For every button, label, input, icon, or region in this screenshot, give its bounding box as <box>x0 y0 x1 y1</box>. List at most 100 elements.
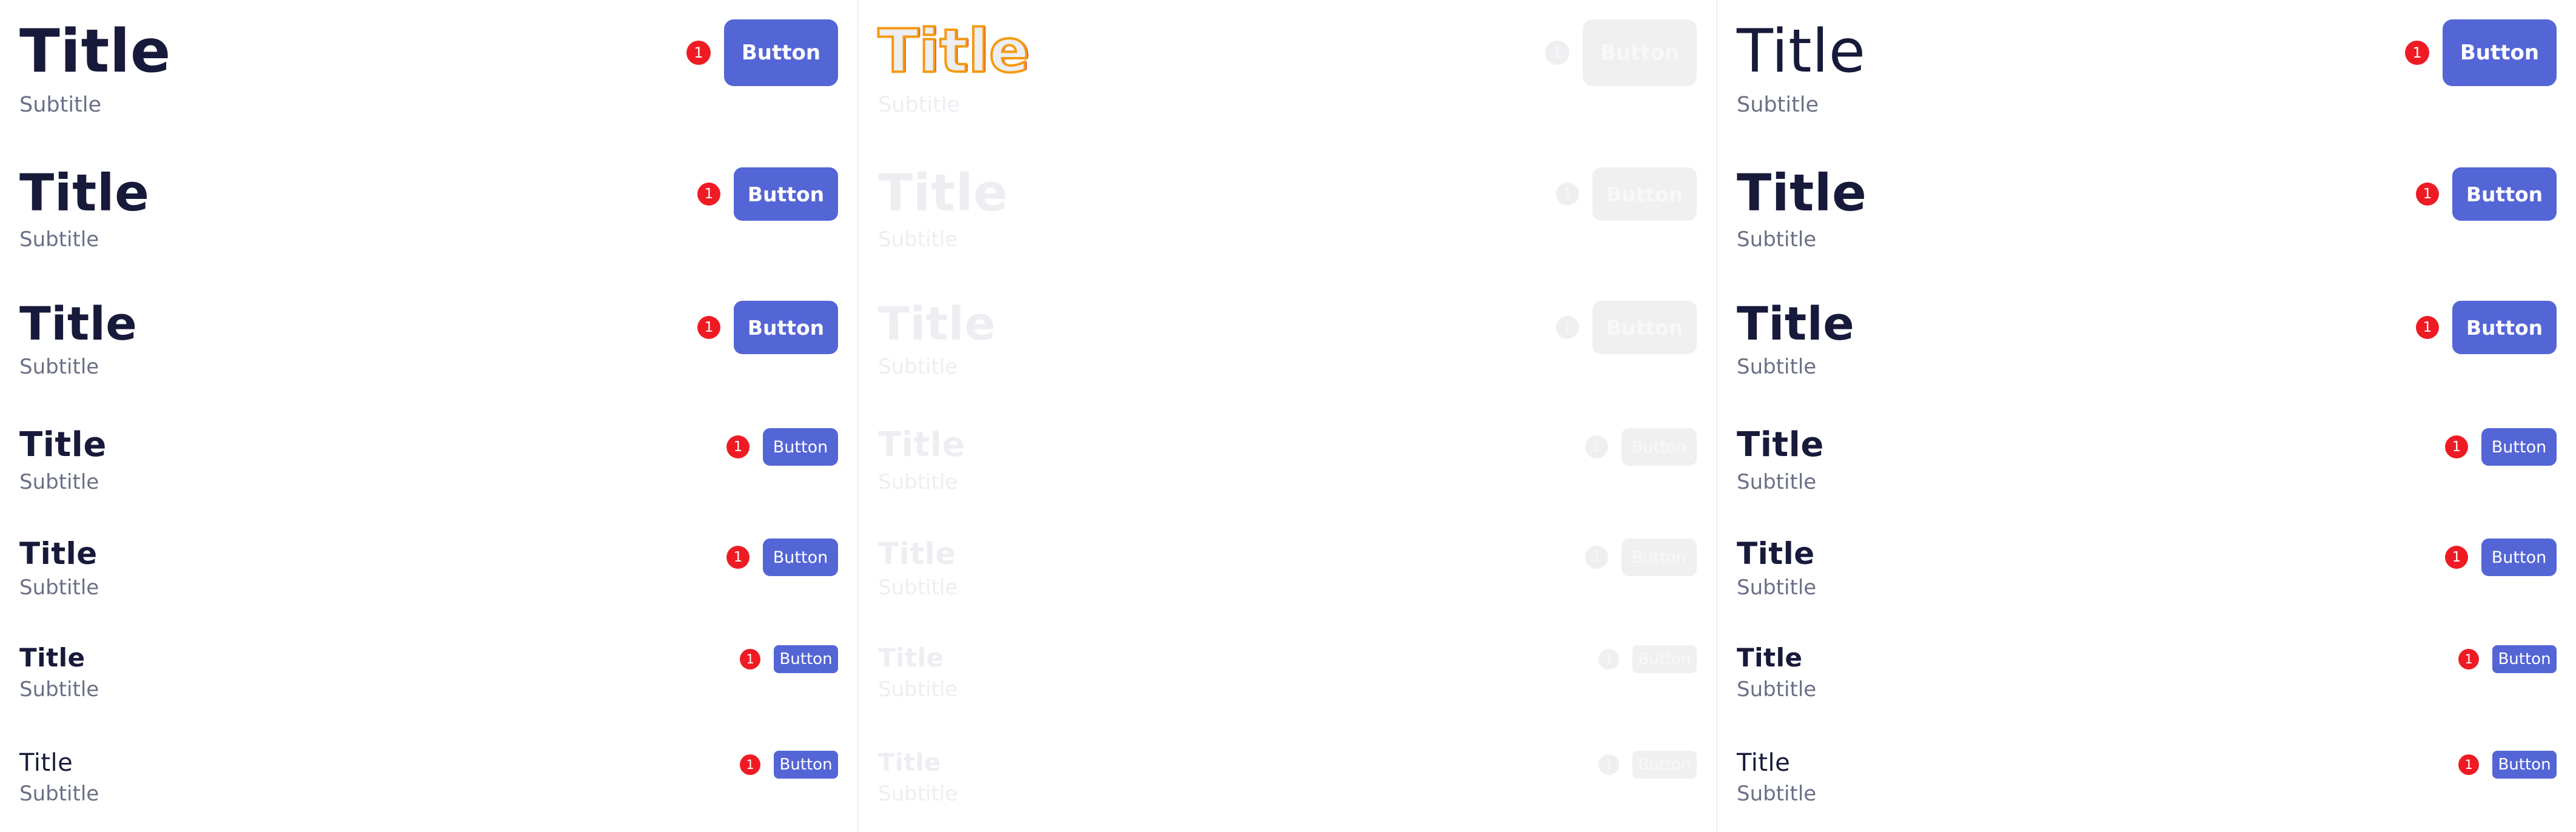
list-item: Title Subtitle 1 Button <box>19 167 838 250</box>
list-item: Title Subtitle 1 Button <box>1737 167 2557 250</box>
notification-badge: 1 <box>697 183 720 206</box>
item-title: Title <box>878 425 965 465</box>
item-actions: 1 Button <box>740 645 838 673</box>
item-button[interactable]: Button <box>734 167 838 221</box>
panel-alternate: Title Subtitle 1 Button Title Subtitle 1… <box>1717 0 2576 832</box>
item-subtitle: Subtitle <box>1737 355 1817 379</box>
item-button[interactable]: Button <box>2492 645 2557 673</box>
item-title: Title <box>1737 17 1866 86</box>
item-button[interactable]: Button <box>763 538 838 576</box>
item-subtitle: Subtitle <box>19 93 102 117</box>
item-subtitle: Subtitle <box>878 782 958 806</box>
item-actions: 1 Button <box>1556 167 1697 221</box>
item-title: Title <box>19 163 150 223</box>
item-button[interactable]: Button <box>2492 751 2557 779</box>
item-button[interactable]: Button <box>1632 751 1697 779</box>
item-button[interactable]: Button <box>1632 645 1697 673</box>
item-actions: 1 Button <box>1545 19 1697 86</box>
item-title: Title <box>1737 163 1867 223</box>
notification-badge: 1 <box>1556 316 1579 339</box>
item-title: Title <box>19 643 86 673</box>
item-text: Title Subtitle <box>1737 538 1816 598</box>
item-text: Title Subtitle <box>878 645 958 700</box>
item-subtitle: Subtitle <box>1737 575 1817 600</box>
item-button[interactable]: Button <box>2481 428 2557 466</box>
list-item: Title Subtitle 1 Button <box>1737 301 2557 377</box>
item-title: Title <box>1737 749 1791 777</box>
notification-badge: 1 <box>2458 754 2479 775</box>
item-text: Title Subtitle <box>19 538 99 598</box>
item-button[interactable]: Button <box>1583 19 1697 86</box>
item-text: Title Subtitle <box>1737 645 1816 700</box>
variant-columns: Title Subtitle 1 Button Title Subtitle 1… <box>0 0 2576 832</box>
item-button[interactable]: Button <box>2452 167 2557 221</box>
item-text: Title Subtitle <box>19 297 138 378</box>
notification-badge: 1 <box>740 754 760 775</box>
item-subtitle: Subtitle <box>1737 677 1817 702</box>
item-button[interactable]: Button <box>774 645 838 673</box>
item-title: Title <box>878 536 956 571</box>
item-title: Title <box>1737 297 1855 351</box>
item-subtitle: Subtitle <box>878 93 961 117</box>
item-text: Title Subtitle <box>19 167 150 250</box>
item-button[interactable]: Button <box>2443 19 2557 86</box>
item-button[interactable]: Button <box>763 428 838 466</box>
item-actions: 1 Button <box>1585 428 1697 466</box>
item-title: Title <box>878 297 996 351</box>
item-subtitle: Subtitle <box>1737 470 1817 494</box>
item-button[interactable]: Button <box>1622 428 1697 466</box>
item-subtitle: Subtitle <box>878 227 958 252</box>
item-button[interactable]: Button <box>1592 167 1697 221</box>
item-text: Title Subtitle <box>1737 297 1855 379</box>
item-text: Title Subtitle <box>1737 428 1824 494</box>
item-title: Title <box>878 163 1008 223</box>
item-button[interactable]: Button <box>2481 538 2557 576</box>
item-text: Title Subtitle <box>1737 22 1866 116</box>
item-button[interactable]: Button <box>774 751 838 779</box>
item-title: Title <box>877 17 1030 86</box>
list-item: Title Subtitle 1 Button <box>19 645 838 700</box>
list-item: Title Subtitle 1 Button <box>19 428 838 492</box>
item-actions: 1 Button <box>2445 428 2557 466</box>
item-subtitle: Subtitle <box>878 575 958 600</box>
item-title: Title <box>878 643 944 673</box>
item-subtitle: Subtitle <box>878 677 958 702</box>
item-actions: 1 Button <box>697 167 838 221</box>
item-button[interactable]: Button <box>1592 301 1697 354</box>
item-button[interactable]: Button <box>734 301 838 354</box>
list-item: Title Subtitle 1 Button <box>19 538 838 598</box>
item-text: Title Subtitle <box>1737 167 1867 250</box>
item-title: Title <box>1737 643 1803 673</box>
item-actions: 1 Button <box>726 538 838 576</box>
item-subtitle: Subtitle <box>19 575 99 600</box>
item-button[interactable]: Button <box>724 19 838 86</box>
item-actions: 1 Button <box>1585 538 1697 576</box>
item-title: Title <box>19 297 138 351</box>
item-text: Title Subtitle <box>878 538 958 598</box>
list-item: Title Subtitle 1 Button <box>1737 645 2557 700</box>
item-subtitle: Subtitle <box>19 470 99 494</box>
notification-badge: 1 <box>2416 316 2439 339</box>
item-subtitle: Subtitle <box>19 677 99 702</box>
list-item: Title Subtitle 1 Button <box>19 17 838 117</box>
item-actions: 1 Button <box>2405 19 2557 86</box>
item-button[interactable]: Button <box>1622 538 1697 576</box>
item-actions: 1 Button <box>726 428 838 466</box>
item-text: Title Subtitle <box>878 751 958 804</box>
item-actions: 1 Button <box>2416 167 2557 221</box>
list-item: Title Subtitle 1 Button <box>1737 538 2557 598</box>
notification-badge: 1 <box>726 435 750 458</box>
item-subtitle: Subtitle <box>19 782 99 806</box>
list-item: Title Subtitle 1 Button <box>878 428 1697 492</box>
item-actions: 1 Button <box>1556 301 1697 354</box>
item-title: Title <box>19 17 171 86</box>
list-item: Title Subtitle 1 Button <box>878 538 1697 598</box>
item-text: Title Subtitle <box>19 645 99 700</box>
item-actions: 1 Button <box>1598 751 1697 779</box>
item-actions: 1 Button <box>740 751 838 779</box>
list-item: Title Subtitle 1 Button <box>878 751 1697 804</box>
notification-badge: 1 <box>740 649 760 669</box>
item-actions: 1 Button <box>686 19 838 86</box>
item-button[interactable]: Button <box>2452 301 2557 354</box>
item-title: Title <box>1737 536 1815 571</box>
